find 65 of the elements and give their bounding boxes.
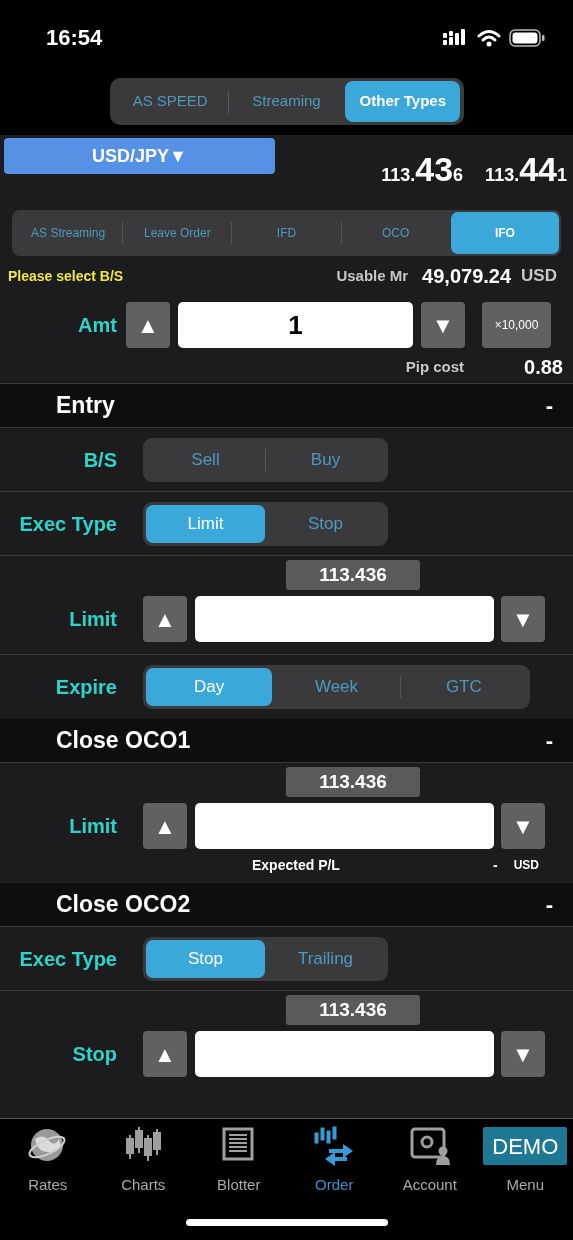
decrease-button[interactable]: ▼ — [501, 1031, 545, 1077]
price-tag: 113.436 — [286, 560, 420, 590]
segment-option[interactable]: Sell — [146, 440, 265, 479]
mode-tab[interactable]: AS SPEED — [112, 81, 228, 122]
collapse-toggle[interactable]: - — [545, 888, 553, 921]
section-title: Close OCO1 — [56, 726, 191, 756]
increase-button[interactable]: ▲ — [143, 596, 187, 642]
field-label: Exec Type — [19, 512, 117, 535]
status-time: 16:54 — [46, 24, 103, 52]
mode-tab[interactable]: Streaming — [228, 81, 345, 122]
decrease-button[interactable]: ▼ — [421, 302, 465, 348]
increase-button[interactable]: ▲ — [126, 302, 170, 348]
tab-bar-item[interactable]: Order — [286, 1124, 382, 1197]
price-quote: 113.436 — [381, 149, 464, 190]
order-type-tab[interactable]: IFD — [232, 212, 341, 254]
segment-option[interactable]: Week — [273, 668, 400, 706]
tab-bar-item[interactable]: Blotter — [191, 1124, 287, 1197]
multiplier-button[interactable]: ×10,000 — [482, 302, 551, 348]
increase-button[interactable]: ▲ — [143, 1031, 187, 1077]
collapse-toggle[interactable]: - — [545, 389, 553, 422]
price-field[interactable] — [195, 1031, 494, 1077]
field-label: Limit — [69, 608, 117, 630]
price-field[interactable] — [195, 596, 494, 642]
field-label: Expire — [55, 676, 117, 698]
pip-cost-label: Pip cost — [405, 356, 465, 377]
expected-pl-value: - — [493, 855, 498, 875]
tab-bar-item[interactable]: Rates — [0, 1124, 96, 1197]
usable-margin-value: 49,079.24 — [422, 264, 512, 289]
segment-option[interactable]: Trailing — [266, 939, 385, 978]
field-label: Limit — [69, 815, 117, 837]
section-title: Entry — [56, 391, 115, 421]
field-label: Amt — [78, 314, 117, 336]
demo-badge: DEMO — [483, 1127, 568, 1165]
increase-button[interactable]: ▲ — [143, 803, 187, 849]
currency-pair-button[interactable]: USD/JPY▼ — [4, 138, 275, 174]
currency-label: USD — [521, 265, 557, 288]
tab-bar-item[interactable]: Charts — [95, 1124, 191, 1197]
field-label: Stop — [72, 1043, 117, 1065]
order-type-tab[interactable]: Leave Order — [123, 212, 232, 254]
currency-label: USD — [513, 857, 539, 874]
safe-user-icon — [408, 1125, 451, 1167]
decrease-button[interactable]: ▼ — [501, 803, 545, 849]
tab-bar-item[interactable]: Account — [382, 1124, 478, 1197]
notice-text: Please select B/S — [8, 266, 124, 286]
segment-option[interactable]: Stop — [266, 504, 385, 543]
order-type-tab[interactable]: AS Streaming — [14, 212, 123, 254]
usable-margin-label: Usable Mr — [336, 265, 409, 286]
price-quote: 113.441 — [485, 149, 567, 190]
expected-pl-label: Expected P/L — [252, 855, 340, 875]
price-field[interactable] — [195, 803, 494, 849]
amount-field[interactable]: 1 — [178, 302, 413, 348]
section-title: Close OCO2 — [56, 890, 191, 920]
segment-option[interactable]: GTC — [400, 668, 527, 706]
collapse-toggle[interactable]: - — [545, 724, 553, 757]
price-tag: 113.436 — [286, 767, 420, 797]
battery-icon — [509, 28, 545, 47]
field-label: Exec Type — [19, 947, 117, 970]
tab-bar-item[interactable]: DEMO Menu — [477, 1124, 573, 1197]
price-tag: 113.436 — [286, 995, 420, 1025]
field-label: B/S — [83, 448, 117, 471]
order-type-tab[interactable]: OCO — [341, 212, 450, 254]
segment-option[interactable]: Buy — [266, 440, 385, 479]
pip-cost-value: 0.88 — [524, 355, 563, 380]
wifi-icon — [477, 28, 501, 47]
decrease-button[interactable]: ▼ — [501, 596, 545, 642]
